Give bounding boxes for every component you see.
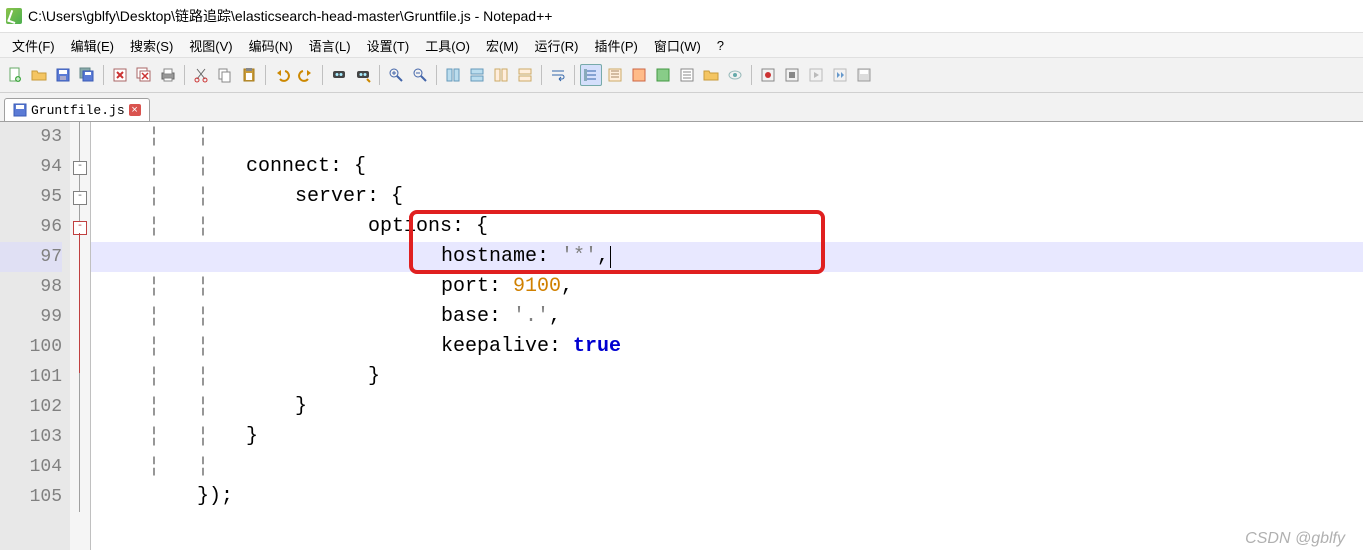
separator-icon <box>265 65 266 85</box>
code-key: hostname <box>441 245 537 268</box>
menu-plugins[interactable]: 插件(P) <box>587 34 646 57</box>
file-saved-icon <box>13 103 27 117</box>
play-macro-icon[interactable] <box>805 64 827 86</box>
menu-encoding[interactable]: 编码(N) <box>241 34 301 57</box>
separator-icon <box>574 65 575 85</box>
toolbar <box>0 58 1363 93</box>
code-key: connect <box>246 155 330 178</box>
line-number: 104 <box>0 452 62 482</box>
doc-list-icon[interactable] <box>676 64 698 86</box>
line-number: 93 <box>0 122 62 152</box>
separator-icon <box>541 65 542 85</box>
editor[interactable]: 93 94 95 96 97 98 99 100 101 102 103 104… <box>0 122 1363 550</box>
user-lang-icon[interactable] <box>628 64 650 86</box>
menu-macro[interactable]: 宏(M) <box>478 34 527 57</box>
window-title: C:\Users\gblfy\Desktop\链路追踪\elasticsearc… <box>28 6 552 26</box>
save-macro-icon[interactable] <box>853 64 875 86</box>
menu-view[interactable]: 视图(V) <box>181 34 240 57</box>
save-all-icon[interactable] <box>76 64 98 86</box>
menu-file[interactable]: 文件(F) <box>4 34 63 57</box>
code-keyword: true <box>573 335 621 358</box>
line-number: 99 <box>0 302 62 332</box>
menu-language[interactable]: 语言(L) <box>301 34 359 57</box>
open-file-icon[interactable] <box>28 64 50 86</box>
menu-bar: 文件(F) 编辑(E) 搜索(S) 视图(V) 编码(N) 语言(L) 设置(T… <box>0 33 1363 58</box>
text-caret <box>610 246 611 268</box>
line-number: 102 <box>0 392 62 422</box>
tab-gruntfile[interactable]: Gruntfile.js <box>4 98 150 121</box>
sync-h-scroll-icon[interactable] <box>514 64 536 86</box>
find-icon[interactable] <box>328 64 350 86</box>
sync-v-icon[interactable] <box>442 64 464 86</box>
separator-icon <box>184 65 185 85</box>
code-string: '*' <box>561 245 597 268</box>
line-number: 97 <box>0 242 62 272</box>
folder-icon[interactable] <box>700 64 722 86</box>
tab-label: Gruntfile.js <box>31 103 125 118</box>
replace-icon[interactable] <box>352 64 374 86</box>
menu-settings[interactable]: 设置(T) <box>359 34 418 57</box>
new-file-icon[interactable] <box>4 64 26 86</box>
menu-window[interactable]: 窗口(W) <box>646 34 709 57</box>
line-number: 100 <box>0 332 62 362</box>
line-gutter: 93 94 95 96 97 98 99 100 101 102 103 104… <box>0 122 70 550</box>
record-macro-icon[interactable] <box>757 64 779 86</box>
print-icon[interactable] <box>157 64 179 86</box>
doc-map-icon[interactable] <box>652 64 674 86</box>
zoom-out-icon[interactable] <box>409 64 431 86</box>
code-number: 9100 <box>513 275 561 298</box>
app-logo-icon <box>6 8 22 24</box>
close-icon[interactable] <box>109 64 131 86</box>
fold-gutter: - - - <box>70 122 91 550</box>
code-area[interactable]: ¦¦¦¦¦¦¦¦¦¦¦¦ ¦¦¦¦¦¦¦¦¦¦¦¦ connect: { ser… <box>91 122 1363 550</box>
tab-close-icon[interactable] <box>129 104 141 116</box>
menu-search[interactable]: 搜索(S) <box>122 34 181 57</box>
line-number: 101 <box>0 362 62 392</box>
stop-macro-icon[interactable] <box>781 64 803 86</box>
line-number: 96 <box>0 212 62 242</box>
monitor-icon[interactable] <box>724 64 746 86</box>
line-number: 95 <box>0 182 62 212</box>
paste-icon[interactable] <box>238 64 260 86</box>
line-number: 103 <box>0 422 62 452</box>
separator-icon <box>751 65 752 85</box>
title-bar: C:\Users\gblfy\Desktop\链路追踪\elasticsearc… <box>0 0 1363 33</box>
menu-edit[interactable]: 编辑(E) <box>63 34 122 57</box>
tab-bar: Gruntfile.js <box>0 93 1363 122</box>
fold-box-icon[interactable]: - <box>73 161 87 175</box>
line-number: 94 <box>0 152 62 182</box>
separator-icon <box>322 65 323 85</box>
separator-icon <box>103 65 104 85</box>
word-wrap-icon[interactable] <box>547 64 569 86</box>
indent-guide-icon[interactable] <box>604 64 626 86</box>
watermark: CSDN @gblfy <box>1245 524 1345 550</box>
line-number: 105 <box>0 482 62 512</box>
code-key: options <box>368 215 452 238</box>
sync-h-icon[interactable] <box>466 64 488 86</box>
zoom-in-icon[interactable] <box>385 64 407 86</box>
menu-tools[interactable]: 工具(O) <box>417 34 478 57</box>
line-number: 98 <box>0 272 62 302</box>
code-key: server <box>295 185 367 208</box>
save-icon[interactable] <box>52 64 74 86</box>
cut-icon[interactable] <box>190 64 212 86</box>
menu-run[interactable]: 运行(R) <box>526 34 586 57</box>
sync-v-scroll-icon[interactable] <box>490 64 512 86</box>
redo-icon[interactable] <box>295 64 317 86</box>
menu-help[interactable]: ? <box>709 36 732 55</box>
copy-icon[interactable] <box>214 64 236 86</box>
code-end: }); <box>197 485 233 508</box>
code-key: port <box>441 275 489 298</box>
code-key: base <box>441 305 489 328</box>
show-all-chars-icon[interactable] <box>580 64 602 86</box>
separator-icon <box>436 65 437 85</box>
fold-box-icon[interactable]: - <box>73 191 87 205</box>
undo-icon[interactable] <box>271 64 293 86</box>
code-key: keepalive <box>441 335 549 358</box>
fold-box-icon[interactable]: - <box>73 221 87 235</box>
play-multi-icon[interactable] <box>829 64 851 86</box>
separator-icon <box>379 65 380 85</box>
code-string: '.' <box>513 305 549 328</box>
close-all-icon[interactable] <box>133 64 155 86</box>
